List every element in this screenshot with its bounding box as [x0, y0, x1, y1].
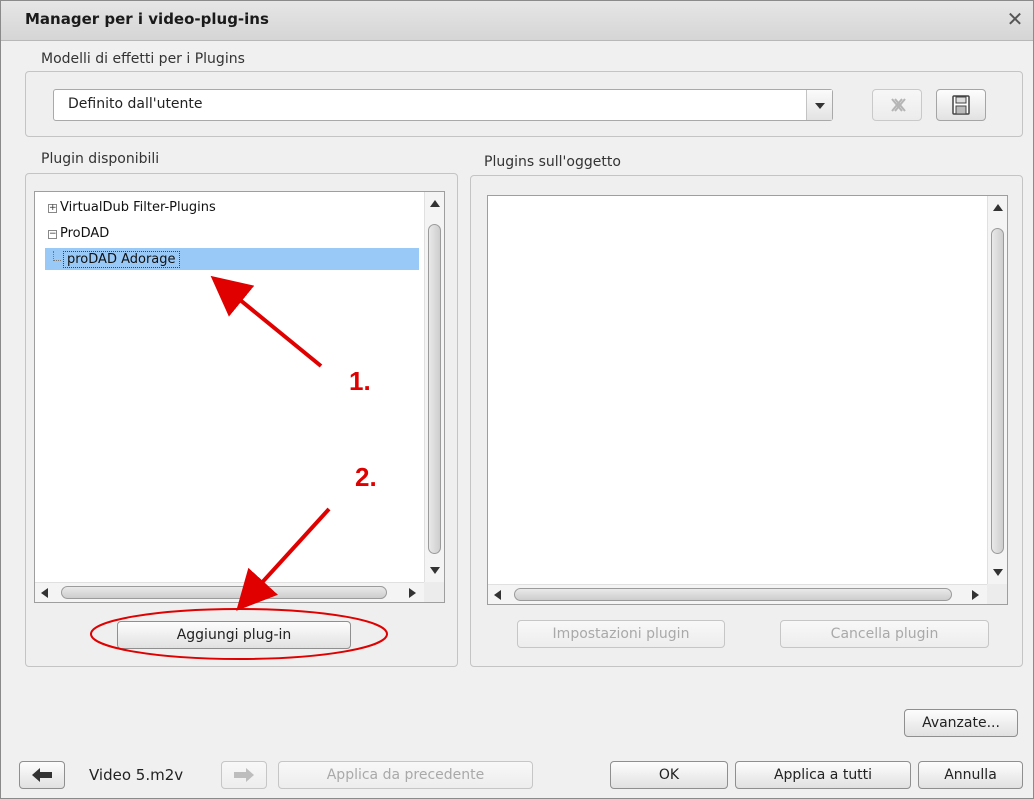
annotation-overlay	[90, 275, 388, 660]
annotation-step-1: 1.	[349, 366, 371, 396]
annotation-step-2: 2.	[355, 462, 377, 492]
annotation-circle	[90, 608, 388, 660]
annotation-arrow-2	[236, 507, 331, 611]
plugin-manager-dialog: Manager per i video-plug-ins ✕ Modelli d…	[0, 0, 1034, 799]
annotation-arrow-1	[210, 275, 323, 368]
